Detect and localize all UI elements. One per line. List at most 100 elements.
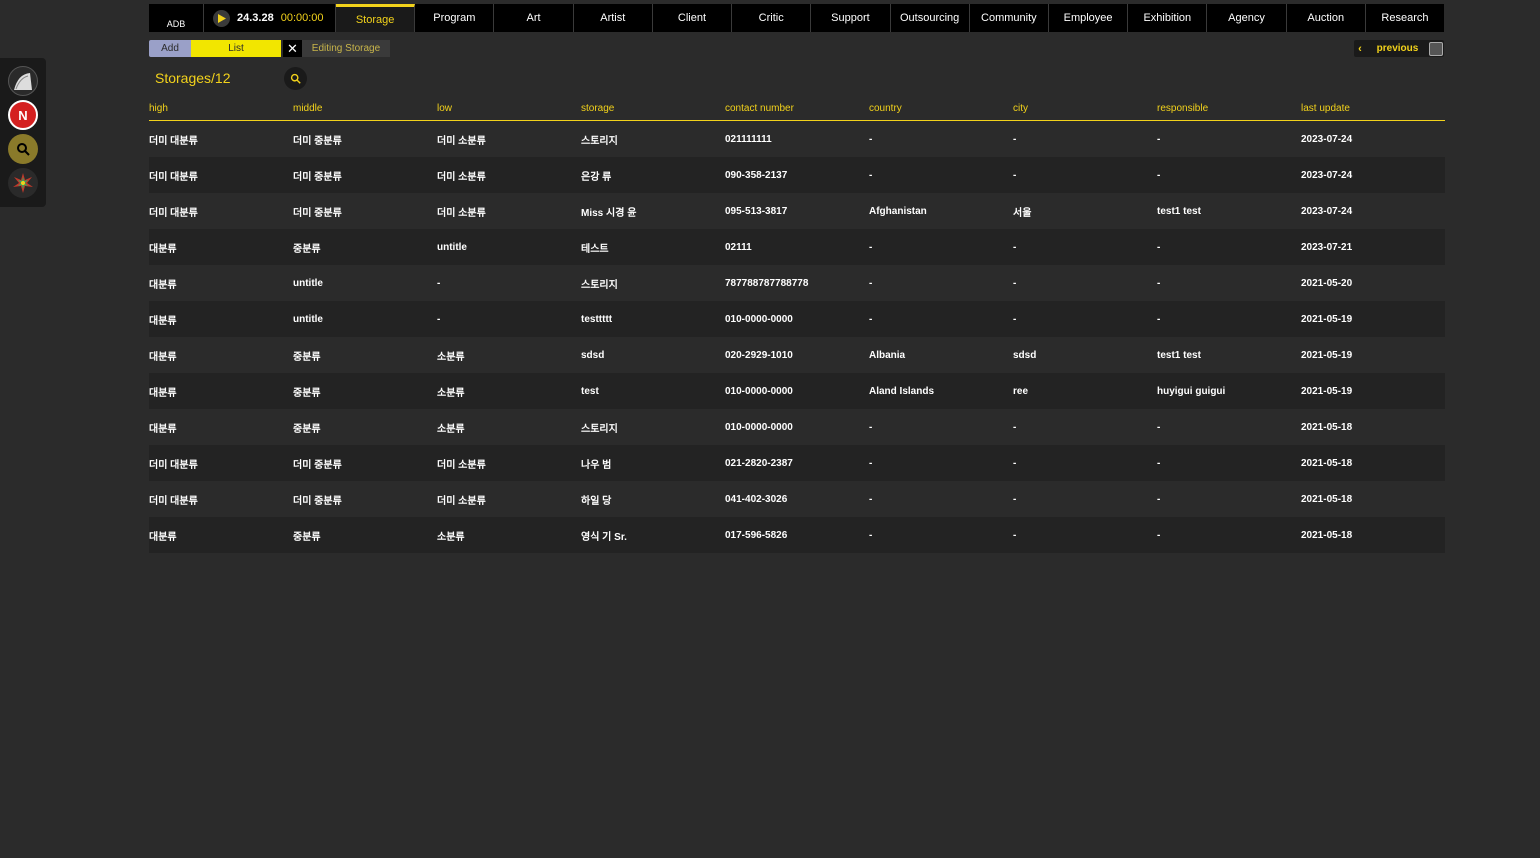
add-button[interactable]: Add (149, 40, 191, 57)
tab-critic[interactable]: Critic (732, 4, 812, 32)
table-cell: 대분류 (149, 423, 177, 435)
column-header-middle[interactable]: middle (293, 101, 437, 120)
tool-rail: N (0, 58, 46, 207)
search-icon (17, 143, 30, 156)
table-cell: 영식 기 Sr. (581, 531, 627, 543)
table-cell: 더미 소분류 (437, 171, 486, 183)
table-cell: - (869, 133, 873, 145)
clock-time: 00:00:00 (280, 12, 324, 24)
column-header-low[interactable]: low (437, 101, 581, 120)
table-cell: - (1013, 277, 1017, 289)
tab-exhibition[interactable]: Exhibition (1128, 4, 1208, 32)
table-cell: - (1013, 529, 1017, 541)
tab-program[interactable]: Program (415, 4, 495, 32)
table-cell: 더미 중분류 (293, 207, 342, 219)
table-cell: 더미 대분류 (149, 171, 198, 183)
table-row[interactable]: 대분류 중분류 소분류 영식 기 Sr. 017-596-5826 - - - 2021-05-… (149, 517, 1445, 553)
table-cell: 더미 중분류 (293, 495, 342, 507)
column-header-contact-number[interactable]: contact number (725, 101, 869, 120)
table-cell: - (1157, 133, 1161, 145)
table-row[interactable]: 더미 대분류 더미 중분류 더미 소분류 Miss 시경 윤 095-513-3817 A… (149, 193, 1445, 229)
table-cell: 2021-05-18 (1301, 493, 1353, 505)
table-cell: test (581, 385, 599, 397)
table-cell: - (869, 169, 873, 181)
table-row[interactable]: 더미 대분류 더미 중분류 더미 소분류 나우 범 021-2820-2387 - - - 20… (149, 445, 1445, 481)
table-row[interactable]: 더미 대분류 더미 중분류 더미 소분류 스토리지 021111111 - - - 2023-0… (149, 121, 1445, 157)
square-icon[interactable] (1429, 41, 1443, 56)
table-row[interactable]: 대분류 중분류 소분류 test 010-0000-0000 Aland Islands r… (149, 373, 1445, 409)
list-button[interactable]: List (191, 40, 281, 57)
table-cell: - (1157, 313, 1161, 325)
play-icon (218, 13, 226, 23)
table-cell: 090-358-2137 (725, 169, 788, 181)
table-cell: - (869, 421, 873, 433)
storage-table: high middle low storage contact number countr… (149, 101, 1445, 553)
previous-button[interactable]: ‹ previous (1354, 40, 1444, 57)
table-cell: 095-513-3817 (725, 205, 788, 217)
tab-agency[interactable]: Agency (1207, 4, 1287, 32)
table-cell: 소분류 (437, 423, 465, 435)
avatar[interactable] (8, 66, 38, 96)
column-header-storage[interactable]: storage (581, 101, 725, 120)
table-cell: - (1157, 421, 1161, 433)
tab-storage[interactable]: Storage (336, 4, 416, 32)
table-cell: 2021-05-19 (1301, 385, 1353, 397)
table-cell: 2021-05-18 (1301, 529, 1353, 541)
table-row[interactable]: 대분류 중분류 소분류 스토리지 010-0000-0000 - - - 2021-05-18 (149, 409, 1445, 445)
nav-tabs: Storage Program Art Artist Client Critic Suppo… (336, 4, 1445, 32)
starburst-icon (13, 173, 33, 193)
table-cell: - (1013, 457, 1017, 469)
column-header-last-update[interactable]: last update (1301, 101, 1445, 120)
chevron-left-icon: ‹ (1358, 42, 1362, 55)
table-cell: 스토리지 (581, 279, 618, 291)
table-cell: - (1157, 529, 1161, 541)
column-header-country[interactable]: country (869, 101, 1013, 120)
brand-logo[interactable]: ADB (149, 4, 204, 32)
table-cell: - (869, 277, 873, 289)
tab-support[interactable]: Support (811, 4, 891, 32)
tab-research[interactable]: Research (1365, 4, 1445, 32)
table-cell: Miss 시경 윤 (581, 207, 637, 219)
column-header-city[interactable]: city (1013, 101, 1157, 120)
close-tab-button[interactable]: ✕ (283, 40, 302, 57)
table-row[interactable]: 대분류 untitle - 스토리지 787788787788778 - - - 2021-05… (149, 265, 1445, 301)
column-header-responsible[interactable]: responsible (1157, 101, 1301, 120)
play-button[interactable] (213, 9, 230, 27)
previous-label: previous (1376, 43, 1419, 54)
table-row[interactable]: 더미 대분류 더미 중분류 더미 소분류 하일 당 041-402-3026 - - - 202… (149, 481, 1445, 517)
column-header-high[interactable]: high (149, 101, 293, 120)
table-header: high middle low storage contact number countr… (149, 101, 1445, 121)
table-row[interactable]: 대분류 중분류 untitle 테스트 02111 - - - 2023-07-21 (149, 229, 1445, 265)
table-cell: 스토리지 (581, 135, 618, 147)
tab-editing-storage[interactable]: Editing Storage (302, 40, 390, 57)
table-cell: - (1013, 133, 1017, 145)
table-row[interactable]: 대분류 중분류 소분류 sdsd 020-2929-1010 Albania sdsd tes… (149, 337, 1445, 373)
rail-search-button[interactable] (8, 134, 38, 164)
table-cell: - (1013, 169, 1017, 181)
table-cell: test1 test (1157, 349, 1201, 361)
table-cell: Albania (869, 349, 906, 361)
search-button[interactable] (284, 67, 307, 90)
rail-star-button[interactable] (8, 168, 38, 198)
table-cell: - (1013, 241, 1017, 253)
notification-badge[interactable]: N (8, 100, 38, 130)
table-cell: - (1157, 277, 1161, 289)
top-nav-bar: ADB 24.3.28 00:00:00 Storage Program Art Ar… (149, 4, 1445, 32)
table-cell: 서울 (1013, 207, 1032, 219)
tab-community[interactable]: Community (969, 4, 1049, 32)
tab-auction[interactable]: Auction (1286, 4, 1366, 32)
table-cell: 더미 소분류 (437, 207, 486, 219)
tab-client[interactable]: Client (652, 4, 733, 32)
table-cell: 02111 (725, 241, 752, 253)
tab-art[interactable]: Art (494, 4, 574, 32)
table-cell: 대분류 (149, 315, 177, 327)
table-cell: 2021-05-18 (1301, 421, 1353, 433)
table-row[interactable]: 더미 대분류 더미 중분류 더미 소분류 은강 류 090-358-2137 - - - 202… (149, 157, 1445, 193)
table-cell: 2021-05-19 (1301, 313, 1353, 325)
tab-employee[interactable]: Employee (1048, 4, 1129, 32)
tab-artist[interactable]: Artist (573, 4, 653, 32)
table-cell: 2023-07-21 (1301, 241, 1353, 253)
table-row[interactable]: 대분류 untitle - testtttt 010-0000-0000 - - - 2021-… (149, 301, 1445, 337)
table-cell: - (1013, 421, 1017, 433)
tab-outsourcing[interactable]: Outsourcing (890, 4, 970, 32)
